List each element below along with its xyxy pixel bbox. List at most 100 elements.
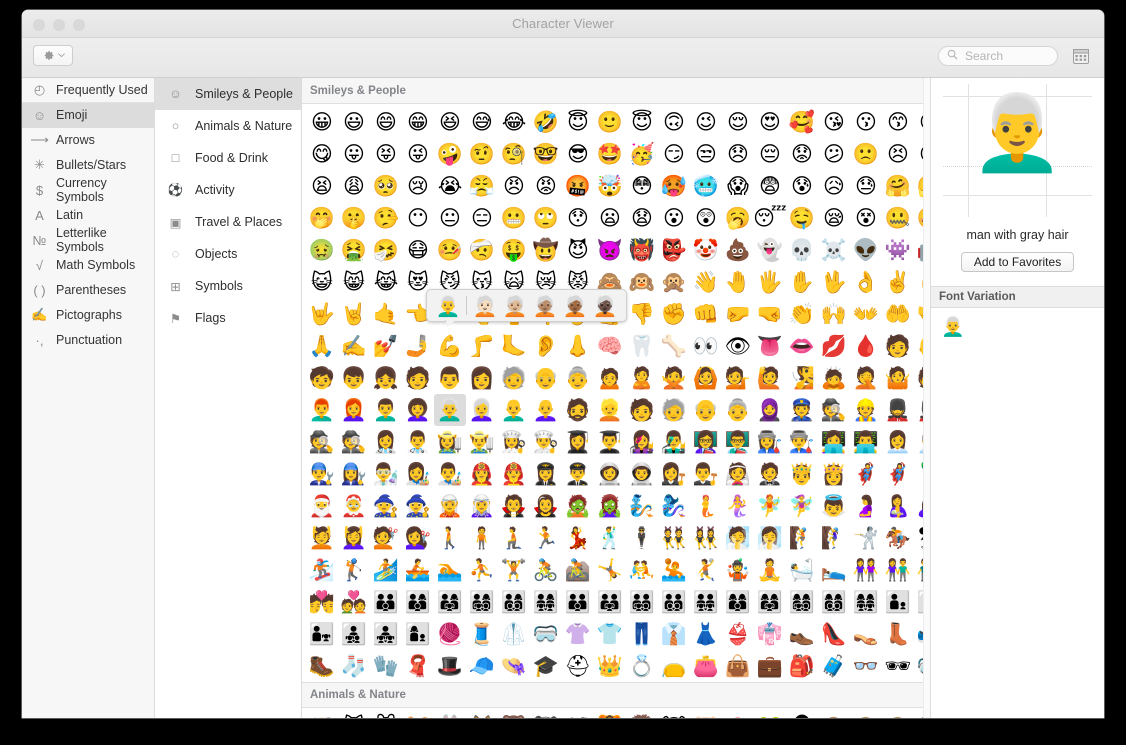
emoji-cell[interactable]: 👴: [530, 362, 562, 394]
emoji-cell[interactable]: 🧍: [466, 522, 498, 554]
emoji-cell[interactable]: 👨‍🦰: [306, 394, 338, 426]
emoji-cell[interactable]: 🤒: [434, 234, 466, 266]
emoji-cell[interactable]: 😰: [786, 170, 818, 202]
emoji-cell[interactable]: 😢: [402, 170, 434, 202]
emoji-cell[interactable]: 👌: [850, 266, 882, 298]
emoji-cell[interactable]: 😅: [466, 106, 498, 138]
emoji-cell[interactable]: 👕: [594, 618, 626, 650]
emoji-cell[interactable]: 👨‍👩‍👦: [402, 586, 434, 618]
emoji-cell[interactable]: 🕶: [882, 650, 914, 682]
emoji-cell[interactable]: 👸: [818, 458, 850, 490]
emoji-cell[interactable]: 😵: [850, 202, 882, 234]
emoji-cell[interactable]: 💇‍♀️: [402, 522, 434, 554]
emoji-cell[interactable]: 🐵: [786, 710, 818, 718]
emoji-cell[interactable]: 👩‍🦱: [402, 394, 434, 426]
emoji-cell[interactable]: 👘: [754, 618, 786, 650]
emoji-cell[interactable]: 🕺: [594, 522, 626, 554]
emoji-cell[interactable]: 👨‍🔬: [370, 458, 402, 490]
emoji-cell[interactable]: 🧚: [754, 490, 786, 522]
emoji-cell[interactable]: 🤧: [370, 234, 402, 266]
emoji-cell[interactable]: 🧒: [306, 362, 338, 394]
emoji-cell[interactable]: 🙇: [818, 362, 850, 394]
emoji-cell[interactable]: 👨‍🚒: [498, 458, 530, 490]
emoji-cell[interactable]: 🧓: [498, 362, 530, 394]
emoji-cell[interactable]: 🙋: [754, 362, 786, 394]
emoji-cell[interactable]: 🎩: [434, 650, 466, 682]
emoji-cell[interactable]: 🏋️: [498, 554, 530, 586]
emoji-cell[interactable]: 👞: [786, 618, 818, 650]
emoji-cell[interactable]: 👂: [530, 330, 562, 362]
emoji-cell[interactable]: 🏇: [882, 522, 914, 554]
sidebar-item-math-symbols[interactable]: √Math Symbols: [22, 253, 154, 278]
skin-tone-option[interactable]: 🧑🏾‍🦳: [560, 292, 590, 319]
emoji-cell[interactable]: ✊: [658, 298, 690, 330]
emoji-cell[interactable]: 🎅: [306, 490, 338, 522]
category-item-smileys-people[interactable]: ☺Smileys & People: [155, 78, 301, 110]
emoji-cell[interactable]: 🙎: [626, 362, 658, 394]
emoji-cell[interactable]: 👩‍🚀: [594, 458, 626, 490]
emoji-cell[interactable]: 🦸: [850, 458, 882, 490]
emoji-cell[interactable]: 💋: [818, 330, 850, 362]
emoji-cell[interactable]: 🦶: [498, 330, 530, 362]
emoji-cell[interactable]: 👅: [754, 330, 786, 362]
emoji-cell[interactable]: 👩‍👦: [402, 618, 434, 650]
emoji-cell[interactable]: 🧟: [562, 490, 594, 522]
emoji-cell[interactable]: 🕴: [626, 522, 658, 554]
emoji-cell[interactable]: 🤚: [722, 266, 754, 298]
emoji-cell[interactable]: ⛑: [562, 650, 594, 682]
emoji-cell[interactable]: 🧘: [754, 554, 786, 586]
emoji-cell[interactable]: 🤴: [786, 458, 818, 490]
search-field[interactable]: [938, 46, 1058, 66]
emoji-cell[interactable]: ⛹️: [466, 554, 498, 586]
emoji-cell[interactable]: 🧝‍♀️: [466, 490, 498, 522]
emoji-cell[interactable]: 🧵: [466, 618, 498, 650]
emoji-cell[interactable]: 👭: [850, 554, 882, 586]
emoji-cell[interactable]: 👗: [690, 618, 722, 650]
emoji-cell[interactable]: 👨‍👨‍👧: [594, 586, 626, 618]
skin-tone-option[interactable]: 🧑🏿‍🦳: [590, 292, 620, 319]
emoji-cell[interactable]: 👢: [882, 618, 914, 650]
emoji-cell[interactable]: 👩‍🏭: [754, 426, 786, 458]
emoji-cell[interactable]: 👨‍🦳: [434, 394, 466, 426]
emoji-cell[interactable]: 🧔: [562, 394, 594, 426]
emoji-cell[interactable]: 🤣: [530, 106, 562, 138]
emoji-cell[interactable]: 💀: [786, 234, 818, 266]
emoji-cell[interactable]: 🤫: [338, 202, 370, 234]
emoji-cell[interactable]: 🧗: [786, 522, 818, 554]
emoji-cell[interactable]: 🙊: [882, 710, 914, 718]
emoji-cell[interactable]: 🙆: [690, 362, 722, 394]
emoji-cell[interactable]: 😗: [850, 106, 882, 138]
emoji-cell[interactable]: 👒: [498, 650, 530, 682]
emoji-cell[interactable]: 👛: [690, 650, 722, 682]
skin-tone-option[interactable]: 🧑🏼‍🦳: [500, 292, 530, 319]
emoji-cell[interactable]: 🧑: [626, 394, 658, 426]
emoji-cell[interactable]: 🚴: [530, 554, 562, 586]
emoji-cell[interactable]: 🥵: [658, 170, 690, 202]
emoji-cell[interactable]: 👨‍🎤: [658, 426, 690, 458]
emoji-cell[interactable]: 👴: [690, 394, 722, 426]
emoji-cell[interactable]: 👩‍🎤: [626, 426, 658, 458]
emoji-cell[interactable]: 🙈: [818, 710, 850, 718]
emoji-cell[interactable]: 🙃: [658, 106, 690, 138]
emoji-cell[interactable]: 💂: [882, 394, 914, 426]
emoji-cell[interactable]: 👩‍🔧: [338, 458, 370, 490]
emoji-cell[interactable]: 👁: [722, 330, 754, 362]
emoji-cell[interactable]: 👨‍🏫: [722, 426, 754, 458]
emoji-cell[interactable]: 🙊: [658, 266, 690, 298]
emoji-cell[interactable]: 🥺: [370, 170, 402, 202]
emoji-cell[interactable]: 👩‍🏫: [690, 426, 722, 458]
emoji-cell[interactable]: 🎓: [530, 650, 562, 682]
emoji-cell[interactable]: 👩‍🎨: [402, 458, 434, 490]
emoji-cell[interactable]: 👠: [818, 618, 850, 650]
emoji-cell[interactable]: 🏄: [370, 554, 402, 586]
emoji-cell[interactable]: 👨: [434, 362, 466, 394]
emoji-cell[interactable]: 🤜: [754, 298, 786, 330]
emoji-cell[interactable]: 👩‍👩‍👧‍👦: [786, 586, 818, 618]
sidebar-item-latin[interactable]: ALatin: [22, 203, 154, 228]
emoji-cell[interactable]: 👨‍👧: [306, 618, 338, 650]
emoji-cell[interactable]: 👩‍👩‍👧‍👧: [850, 586, 882, 618]
emoji-cell[interactable]: 🙂: [594, 106, 626, 138]
emoji-cell[interactable]: 🙉: [850, 710, 882, 718]
emoji-cell[interactable]: 🤷: [882, 362, 914, 394]
emoji-cell[interactable]: 👰: [722, 458, 754, 490]
